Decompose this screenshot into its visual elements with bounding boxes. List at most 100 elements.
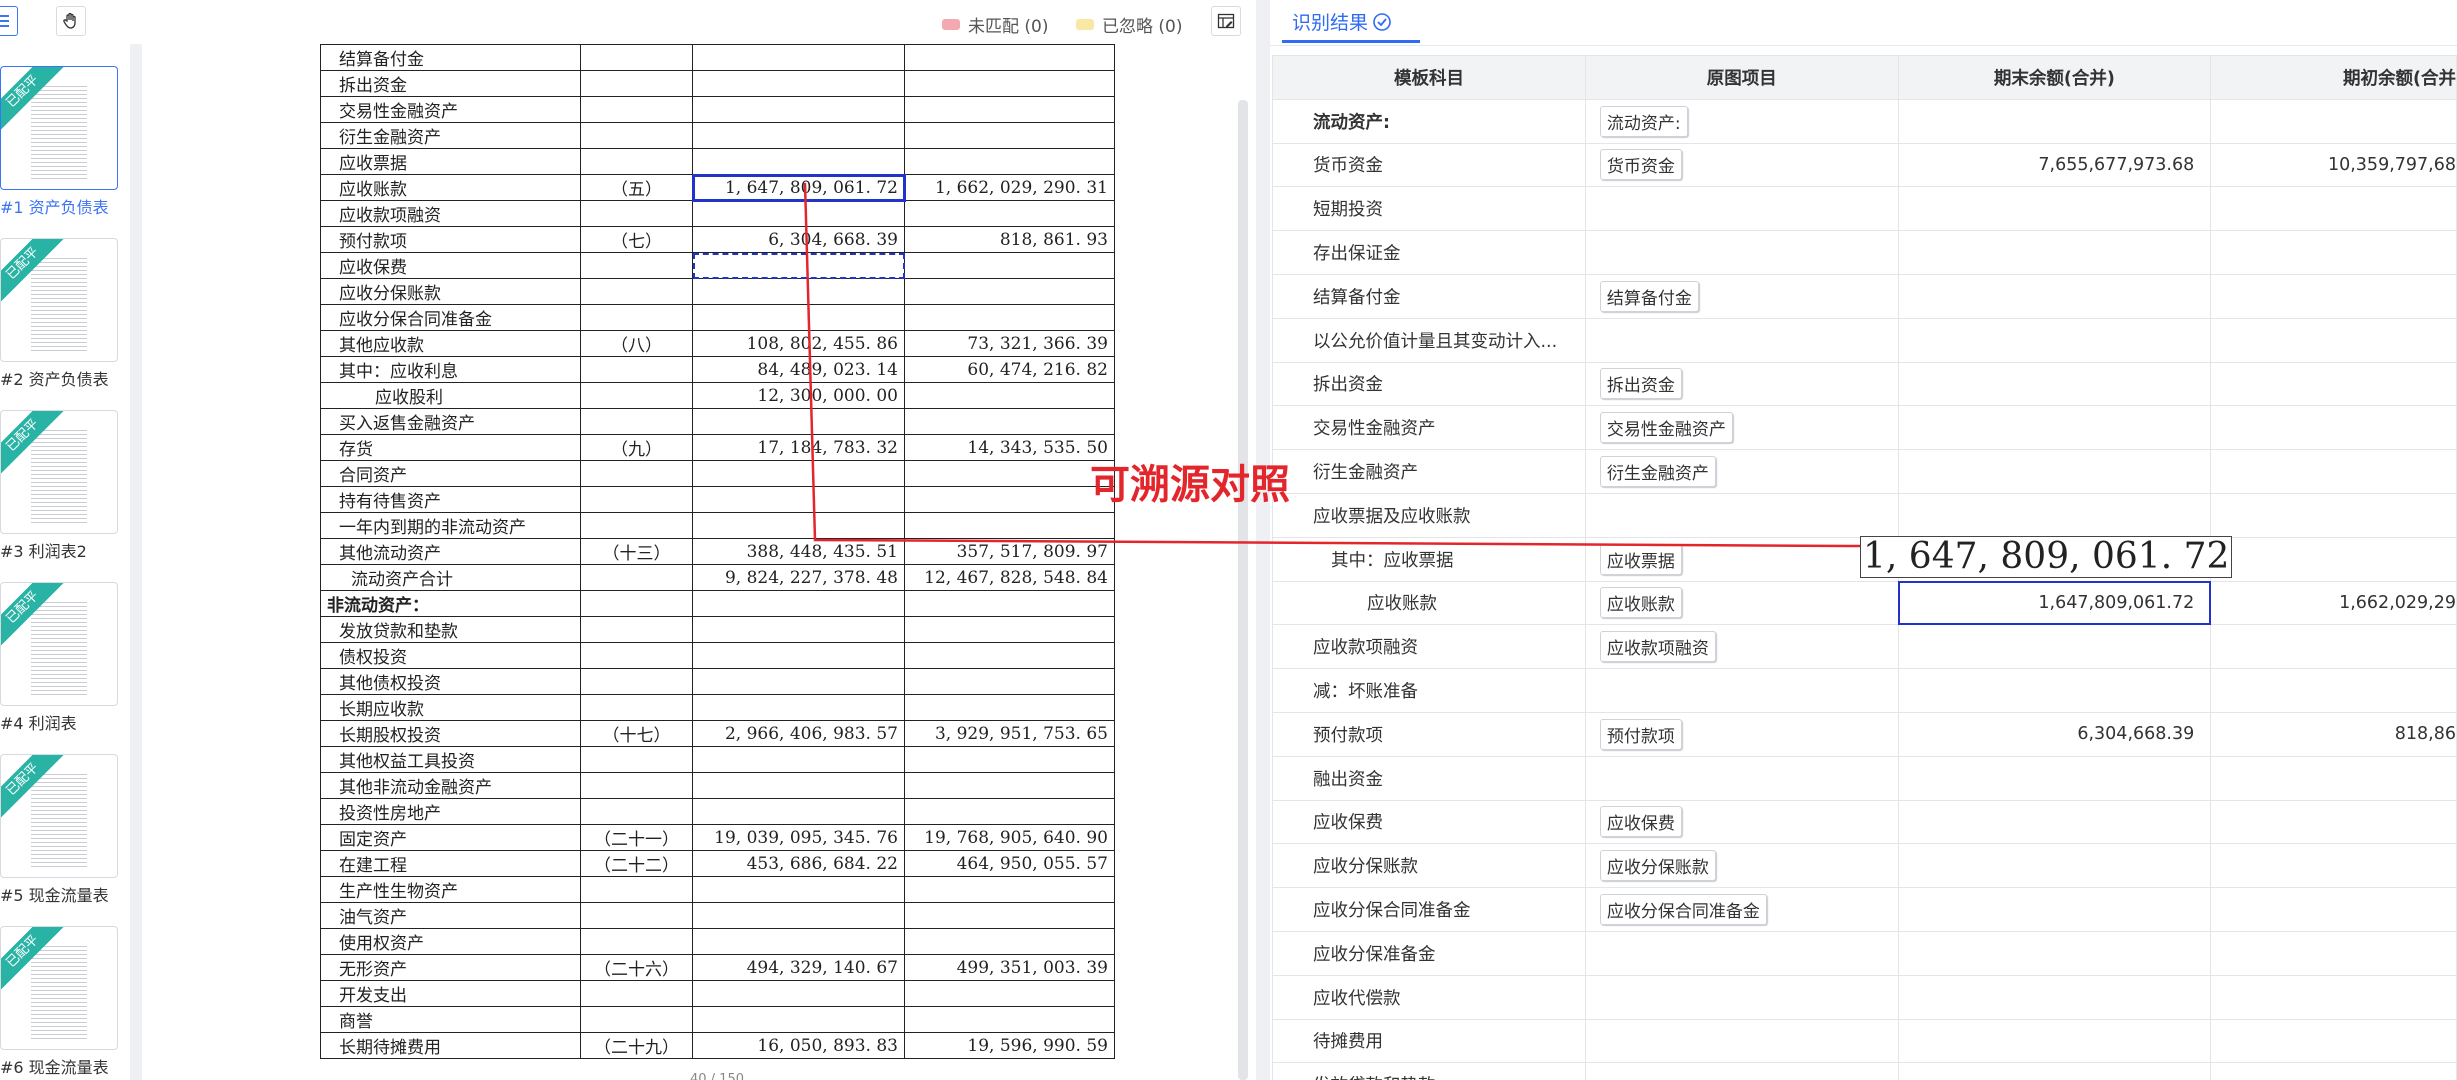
pdf-cell-ending[interactable] — [692, 668, 905, 695]
result-row[interactable]: 应收账款 应收账款 1,647,809,061.72 1,662,029,29 — [1272, 580, 2457, 626]
header-ending-balance[interactable]: 期末余额(合并) — [1897, 55, 2212, 100]
source-item-tag[interactable]: 货币资金 — [1599, 149, 1682, 181]
result-row[interactable]: 待摊费用 — [1272, 1018, 2457, 1064]
source-item-cell[interactable] — [1584, 186, 1899, 232]
source-item-cell[interactable]: 拆出资金 — [1584, 361, 1899, 407]
ending-balance-cell[interactable]: 1,647,809,061.72 — [1897, 580, 2212, 626]
pdf-cell-beginning[interactable] — [904, 980, 1115, 1007]
pdf-cell-ending[interactable] — [692, 772, 905, 799]
pdf-cell-ending[interactable]: 2, 966, 406, 983. 57 — [692, 720, 905, 747]
pdf-cell-beginning[interactable] — [904, 304, 1115, 331]
pdf-cell-beginning[interactable]: 357, 517, 809. 97 — [904, 538, 1115, 565]
source-item-tag[interactable]: 预付款项 — [1599, 718, 1682, 750]
source-item-cell[interactable] — [1584, 230, 1899, 275]
result-row[interactable]: 应收票据及应收账款 — [1272, 492, 2457, 538]
legend-ignored[interactable]: 已忽略 (0) — [1076, 12, 1182, 37]
pdf-cell-ending[interactable] — [692, 590, 905, 617]
beginning-balance-cell[interactable] — [2210, 317, 2457, 363]
source-item-cell[interactable] — [1584, 317, 1899, 363]
result-row[interactable]: 减：坏账准备 — [1272, 668, 2457, 713]
thumbnail-page-3[interactable]: 已配平 #3 利润表2 — [0, 410, 120, 582]
pdf-cell-ending[interactable]: 494, 329, 140. 67 — [692, 954, 905, 981]
pdf-cell-ending[interactable]: 6, 304, 668. 39 — [692, 226, 905, 253]
result-row[interactable]: 拆出资金 拆出资金 — [1272, 361, 2457, 407]
pdf-cell-ending[interactable]: 17, 184, 783. 32 — [692, 434, 905, 461]
header-source-item[interactable]: 原图项目 — [1584, 55, 1899, 100]
pdf-cell-ending[interactable] — [692, 486, 905, 513]
source-item-cell[interactable]: 应收款项融资 — [1584, 624, 1899, 670]
ending-balance-cell[interactable] — [1897, 1062, 2212, 1080]
beginning-balance-cell[interactable] — [2210, 1062, 2457, 1080]
ending-balance-cell[interactable] — [1897, 974, 2212, 1020]
beginning-balance-cell[interactable] — [2210, 887, 2457, 932]
ending-balance-cell[interactable] — [1897, 755, 2212, 801]
source-item-cell[interactable] — [1584, 1062, 1899, 1080]
tab-recognition-result[interactable]: 识别结果 — [1292, 8, 1392, 35]
table-settings-button[interactable] — [1211, 6, 1241, 36]
beginning-balance-cell[interactable] — [2210, 273, 2457, 319]
panel-splitter[interactable] — [1256, 0, 1270, 1080]
thumbnail-page-5[interactable]: 已配平 #5 现金流量表 — [0, 754, 120, 926]
beginning-balance-cell[interactable]: 818,86 — [2210, 711, 2457, 757]
source-item-tag[interactable]: 应收款项融资 — [1599, 631, 1716, 663]
ending-balance-cell[interactable] — [1897, 186, 2212, 232]
source-item-tag[interactable]: 应收票据 — [1599, 543, 1682, 575]
thumbnail-page-2[interactable]: 已配平 #2 资产负债表 — [0, 238, 120, 410]
source-item-tag[interactable]: 应收账款 — [1599, 587, 1682, 619]
pdf-cell-ending[interactable] — [692, 44, 905, 71]
pdf-cell-beginning[interactable] — [904, 278, 1115, 305]
pdf-cell-beginning[interactable] — [904, 512, 1115, 539]
beginning-balance-cell[interactable] — [2210, 186, 2457, 232]
pdf-cell-beginning[interactable] — [904, 616, 1115, 643]
pdf-cell-ending[interactable] — [692, 70, 905, 97]
pdf-cell-beginning[interactable]: 499, 351, 003. 39 — [904, 954, 1115, 981]
source-item-tag[interactable]: 衍生金融资产 — [1599, 456, 1716, 488]
pdf-cell-ending[interactable] — [692, 148, 905, 175]
pdf-cell-ending[interactable]: 16, 050, 893. 83 — [692, 1032, 905, 1059]
pdf-cell-beginning[interactable] — [904, 460, 1115, 487]
pdf-cell-ending[interactable] — [692, 200, 905, 227]
beginning-balance-cell[interactable] — [2210, 405, 2457, 451]
beginning-balance-cell[interactable] — [2210, 361, 2457, 407]
pdf-cell-beginning[interactable] — [904, 1006, 1115, 1033]
result-row[interactable]: 以公允价值计量且其变动计入... — [1272, 317, 2457, 363]
result-row[interactable]: 应收款项融资 应收款项融资 — [1272, 624, 2457, 670]
pdf-cell-ending[interactable] — [692, 96, 905, 123]
result-row[interactable]: 短期投资 — [1272, 186, 2457, 232]
ending-balance-cell[interactable] — [1897, 668, 2212, 713]
pdf-cell-ending[interactable] — [692, 616, 905, 643]
header-beginning-balance[interactable]: 期初余额(合并 — [2210, 55, 2457, 100]
result-row[interactable]: 应收分保准备金 — [1272, 930, 2457, 976]
pdf-cell-beginning[interactable] — [904, 200, 1115, 227]
source-item-cell[interactable]: 货币资金 — [1584, 142, 1899, 188]
source-item-tag[interactable]: 应收分保账款 — [1599, 850, 1716, 882]
thumbnail-page-4[interactable]: 已配平 #4 利润表 — [0, 582, 120, 754]
list-view-button[interactable] — [0, 6, 18, 36]
beginning-balance-cell[interactable]: 1,662,029,29 — [2210, 580, 2457, 626]
beginning-balance-cell[interactable] — [2210, 755, 2457, 801]
pdf-cell-beginning[interactable] — [904, 122, 1115, 149]
ending-balance-cell[interactable] — [1897, 887, 2212, 932]
pdf-cell-ending[interactable]: 453, 686, 684. 22 — [692, 850, 905, 877]
ending-balance-cell[interactable] — [1897, 492, 2212, 538]
source-item-cell[interactable]: 应收分保合同准备金 — [1584, 887, 1899, 932]
pdf-cell-beginning[interactable] — [904, 746, 1115, 773]
beginning-balance-cell[interactable] — [2210, 449, 2457, 494]
ending-balance-cell[interactable] — [1897, 843, 2212, 889]
ending-balance-cell[interactable]: 7,655,677,973.68 — [1897, 142, 2212, 188]
result-row[interactable]: 结算备付金 结算备付金 — [1272, 273, 2457, 319]
source-item-cell[interactable] — [1584, 668, 1899, 713]
source-item-tag[interactable]: 结算备付金 — [1599, 280, 1699, 312]
header-template-item[interactable]: 模板科目 — [1272, 55, 1586, 100]
pdf-cell-beginning[interactable] — [904, 590, 1115, 617]
source-item-tag[interactable]: 流动资产: — [1599, 105, 1688, 137]
pdf-cell-beginning[interactable] — [904, 694, 1115, 721]
beginning-balance-cell[interactable] — [2210, 668, 2457, 713]
ending-balance-cell[interactable] — [1897, 405, 2212, 451]
pdf-cell-ending[interactable] — [692, 512, 905, 539]
pdf-cell-beginning[interactable] — [904, 252, 1115, 279]
pdf-cell-beginning[interactable] — [904, 876, 1115, 903]
result-row[interactable]: 发放贷款和垫款 — [1272, 1062, 2457, 1080]
source-item-tag[interactable]: 应收保费 — [1599, 806, 1682, 838]
source-item-cell[interactable]: 应收票据 — [1584, 536, 1899, 582]
